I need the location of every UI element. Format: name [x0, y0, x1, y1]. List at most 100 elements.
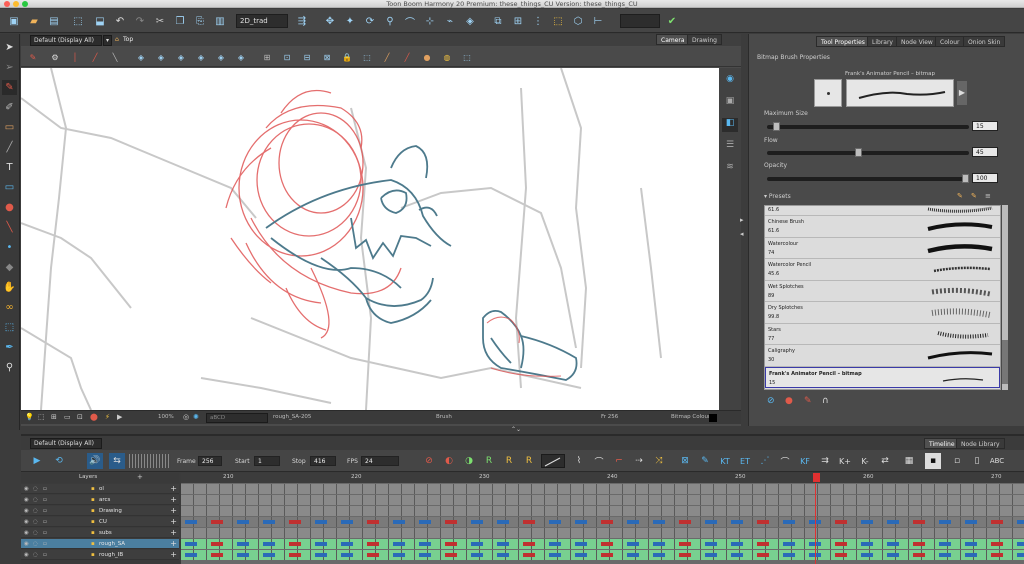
frame-field[interactable]: 256: [198, 456, 222, 466]
save-icon[interactable]: ▤: [46, 13, 62, 29]
lock-icon[interactable]: ◌: [33, 539, 38, 549]
ease-icon[interactable]: ⌒: [591, 453, 607, 469]
tab-node-library[interactable]: Node Library: [956, 438, 1005, 449]
lock-icon[interactable]: ◌: [33, 506, 38, 516]
chevron-right-icon[interactable]: ▶: [957, 81, 967, 105]
colour-swatch-icon[interactable]: ▫: [43, 539, 47, 549]
preset-item[interactable]: Stars 77: [765, 324, 1000, 345]
playhead-line[interactable]: [815, 483, 816, 564]
keyframe-exposure[interactable]: [757, 520, 769, 524]
display-toggle-icon[interactable]: ▪: [925, 453, 941, 469]
flow-field[interactable]: 45: [972, 147, 998, 157]
keyframe-exposure[interactable]: [1017, 542, 1024, 546]
add-keyframe-icon[interactable]: +: [170, 506, 177, 515]
brush-tip-preview[interactable]: [814, 79, 842, 107]
zoom-level[interactable]: 100%: [158, 414, 174, 420]
loop-icon[interactable]: ⟲: [51, 453, 67, 469]
tab-tool-properties[interactable]: Tool Properties: [816, 36, 870, 47]
reset-view-icon[interactable]: ◉: [722, 74, 738, 88]
keyframe-exposure[interactable]: [731, 520, 743, 524]
field-chart-icon[interactable]: ⊡: [77, 413, 83, 421]
add-keyframe-icon[interactable]: +: [170, 495, 177, 504]
keyframe-exposure[interactable]: [497, 553, 509, 557]
keyframe-exposure[interactable]: [1017, 553, 1024, 557]
overlay-icon[interactable]: ⊠: [319, 49, 335, 65]
preset-d-icon[interactable]: ◈: [193, 49, 209, 65]
tab-colour[interactable]: Colour: [935, 36, 965, 47]
home-icon[interactable]: ⌂: [115, 36, 119, 43]
keyframe-exposure[interactable]: [679, 520, 691, 524]
sound-icon[interactable]: 🔊: [87, 453, 103, 469]
keyframe-exposure[interactable]: [705, 542, 717, 546]
chevron-left-icon[interactable]: ◂: [740, 230, 748, 240]
keyframe-exposure[interactable]: [731, 553, 743, 557]
keyframe-exposure[interactable]: [939, 520, 951, 524]
keyframe-exposure[interactable]: [393, 542, 405, 546]
eye-icon[interactable]: ◉: [24, 539, 29, 549]
opacity-slider[interactable]: [767, 177, 969, 181]
keyframe-exposure[interactable]: [445, 542, 457, 546]
paint-tool-icon[interactable]: ●: [2, 200, 17, 215]
keyframe-exposure[interactable]: [627, 542, 639, 546]
scatter-icon[interactable]: ⋰: [757, 453, 773, 469]
maximum-size-knob[interactable]: [772, 122, 780, 131]
tab-camera[interactable]: Camera: [656, 34, 690, 45]
stroke-tool-icon[interactable]: ╱: [2, 140, 17, 155]
add-keyframe-icon[interactable]: +: [170, 484, 177, 493]
playhead-marker[interactable]: [813, 473, 820, 482]
keyframe-exposure[interactable]: [523, 542, 535, 546]
line-icon[interactable]: ╱: [379, 49, 395, 65]
pivot-icon[interactable]: ✦: [342, 13, 358, 29]
playback-speed-slider[interactable]: [129, 454, 171, 468]
opacity-field[interactable]: 100: [972, 173, 998, 183]
keyframe-exposure[interactable]: [367, 542, 379, 546]
mask-icon[interactable]: ⬚: [459, 49, 475, 65]
drawing-substitution-icon[interactable]: ✎: [697, 453, 713, 469]
safe-area-icon[interactable]: ▭: [64, 413, 71, 421]
contour-editor-icon[interactable]: ➢: [2, 60, 17, 75]
current-colour-swatch[interactable]: [709, 414, 717, 422]
onion-skin-icon[interactable]: ⬚: [38, 413, 45, 421]
add-keyframe-icon[interactable]: +: [170, 550, 177, 559]
keyframe-exposure[interactable]: [341, 542, 353, 546]
shape-tool-icon[interactable]: ▭: [2, 180, 17, 195]
harmony-logo-icon[interactable]: ✔: [664, 13, 680, 29]
keyframe-exposure[interactable]: [913, 553, 925, 557]
lock-icon[interactable]: ◌: [33, 517, 38, 527]
export-icon[interactable]: ⬓: [92, 13, 108, 29]
timeline-workspace-dropdown[interactable]: Default (Display All): [30, 438, 102, 449]
extend-exposure-icon[interactable]: ⌐: [611, 453, 627, 469]
rotate-icon[interactable]: ⟳: [362, 13, 378, 29]
keyframe-exposure[interactable]: [289, 520, 301, 524]
tab-timeline[interactable]: Timeline: [924, 438, 960, 449]
bulb-icon[interactable]: ●: [419, 49, 435, 65]
presets-scrollbar[interactable]: [1002, 205, 1008, 390]
keyframe-exposure[interactable]: [237, 520, 249, 524]
brush-mode-icon[interactable]: ✎: [25, 49, 41, 65]
preset-item[interactable]: 61.6: [765, 206, 1000, 216]
reset-zoom-icon[interactable]: ◎: [183, 413, 189, 421]
magnet-icon[interactable]: ∩: [822, 396, 829, 406]
spline-icon[interactable]: ⌒: [402, 13, 418, 29]
preset-a-icon[interactable]: ◈: [133, 49, 149, 65]
lock-icon[interactable]: 🔒: [339, 49, 355, 65]
keyframe-exposure[interactable]: [601, 520, 613, 524]
brush-stroke-preview[interactable]: [846, 79, 954, 107]
timeline-track[interactable]: [181, 528, 1024, 538]
lock-icon[interactable]: ◌: [33, 484, 38, 494]
keyframe-exposure[interactable]: [497, 520, 509, 524]
line-style-dropdown[interactable]: [541, 454, 565, 468]
keyframe-exposure[interactable]: [835, 542, 847, 546]
preset-menu-icon[interactable]: ≡: [985, 192, 991, 200]
keyframe-exposure[interactable]: [575, 542, 587, 546]
copy-icon[interactable]: ❐: [172, 13, 188, 29]
preset-item[interactable]: Wet Splotches 89: [765, 281, 1000, 302]
keyframe-exposure[interactable]: [991, 553, 1003, 557]
keyframe-exposure[interactable]: [835, 520, 847, 524]
layer-row[interactable]: ◉ ◌ ▫ ▪ rough_SA +: [21, 539, 179, 549]
onion-icon[interactable]: ⧉: [490, 13, 506, 29]
constant-icon[interactable]: K+: [837, 453, 853, 469]
timeline-grid[interactable]: [181, 483, 1024, 564]
drawing-layer-icon[interactable]: ◧: [722, 118, 738, 132]
flow-slider[interactable]: [767, 151, 969, 155]
